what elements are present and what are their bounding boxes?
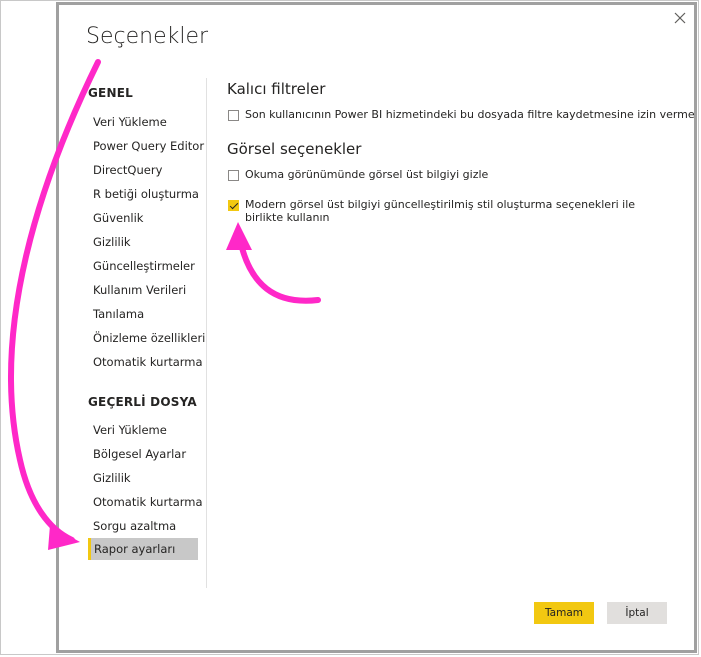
nav-item-directquery[interactable]: DirectQuery bbox=[88, 159, 198, 181]
ok-button[interactable]: Tamam bbox=[534, 602, 594, 624]
nav-item-file-privacy[interactable]: Gizlilik bbox=[88, 467, 198, 489]
visual-option-hide-header: Okuma görünümünde görsel üst bilgiyi giz… bbox=[228, 168, 668, 181]
nav-item-auto-recovery[interactable]: Otomatik kurtarma bbox=[88, 351, 203, 373]
hide-visual-header-checkbox[interactable] bbox=[228, 170, 239, 181]
cancel-button[interactable]: İptal bbox=[607, 602, 667, 624]
nav-item-file-data-load[interactable]: Veri Yükleme bbox=[88, 419, 198, 441]
close-icon bbox=[674, 12, 686, 24]
nav-item-regional-settings[interactable]: Bölgesel Ayarlar bbox=[88, 443, 198, 465]
nav-item-usage-data[interactable]: Kullanım Verileri bbox=[88, 279, 198, 301]
persistent-filters-checkbox[interactable] bbox=[228, 110, 239, 121]
nav-item-security[interactable]: Güvenlik bbox=[88, 207, 198, 229]
nav-item-report-settings[interactable]: Rapor ayarları bbox=[88, 538, 198, 560]
persistent-filters-heading: Kalıcı filtreler bbox=[227, 80, 326, 98]
persistent-filters-option: Son kullanıcının Power BI hizmetindeki b… bbox=[228, 108, 695, 121]
nav-item-power-query-editor[interactable]: Power Query Editor bbox=[88, 135, 204, 157]
visual-option-modern-header: Modern görsel üst bilgiyi güncelleştiril… bbox=[228, 198, 668, 224]
modern-visual-header-checkbox[interactable] bbox=[228, 200, 239, 211]
nav-item-query-reduction[interactable]: Sorgu azaltma bbox=[88, 515, 198, 537]
section-header-global: GENEL bbox=[88, 86, 133, 100]
hide-visual-header-label: Okuma görünümünde görsel üst bilgiyi giz… bbox=[245, 168, 489, 181]
nav-item-diagnostics[interactable]: Tanılama bbox=[88, 303, 198, 325]
dialog-title: Seçenekler bbox=[86, 24, 209, 49]
visual-options-heading: Görsel seçenekler bbox=[227, 140, 362, 158]
persistent-filters-label: Son kullanıcının Power BI hizmetindeki b… bbox=[245, 108, 695, 121]
nav-item-updates[interactable]: Güncelleştirmeler bbox=[88, 255, 198, 277]
section-header-current-file: GEÇERLİ DOSYA bbox=[88, 395, 197, 409]
close-button[interactable] bbox=[668, 6, 692, 30]
nav-item-file-auto-recovery[interactable]: Otomatik kurtarma bbox=[88, 491, 203, 513]
nav-item-privacy[interactable]: Gizlilik bbox=[88, 231, 198, 253]
modern-visual-header-label: Modern görsel üst bilgiyi güncelleştiril… bbox=[245, 198, 636, 224]
nav-item-r-scripting[interactable]: R betiği oluşturma bbox=[88, 183, 199, 205]
nav-item-preview-features[interactable]: Önizleme özellikleri bbox=[88, 327, 205, 349]
nav-item-data-load[interactable]: Veri Yükleme bbox=[88, 111, 198, 133]
